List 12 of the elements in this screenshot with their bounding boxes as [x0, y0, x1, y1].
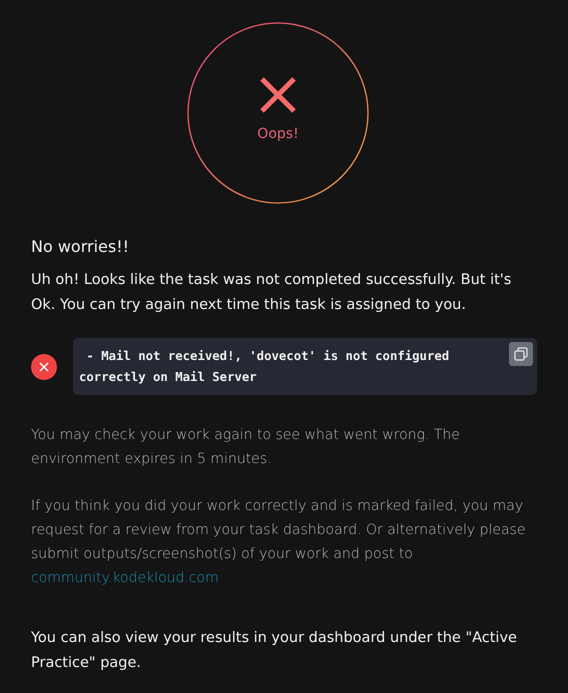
copy-button[interactable] [509, 342, 533, 366]
review-text: If you think you did your work correctly and is marked failed, you may request for a review from your task dashboard. Or alternatively please submit outputs/screenshot(s) of your work and post to community.kodekloud.com [31, 497, 527, 588]
error-icon [31, 354, 57, 380]
note-text: You may check your work again to see what went wrong. The environment expires in 5 minutes. [31, 426, 461, 469]
community-link[interactable]: community.kodekloud.com [31, 570, 219, 586]
footer-text: You can also view your results in your dashboard under the "Active Practice" page. [31, 629, 518, 673]
heading: No worries!! [31, 237, 130, 256]
message-text: Uh oh! Looks like the task was not completed successfully. But it's Ok. You can try again next time this task is assigned to you. [31, 271, 512, 315]
status-label: Oops! [257, 126, 299, 142]
error-text: - Mail not received!, 'dovecot' is not configured correctly on Mail Server [79, 349, 450, 384]
cross-icon [259, 76, 297, 114]
copy-icon [514, 347, 528, 361]
